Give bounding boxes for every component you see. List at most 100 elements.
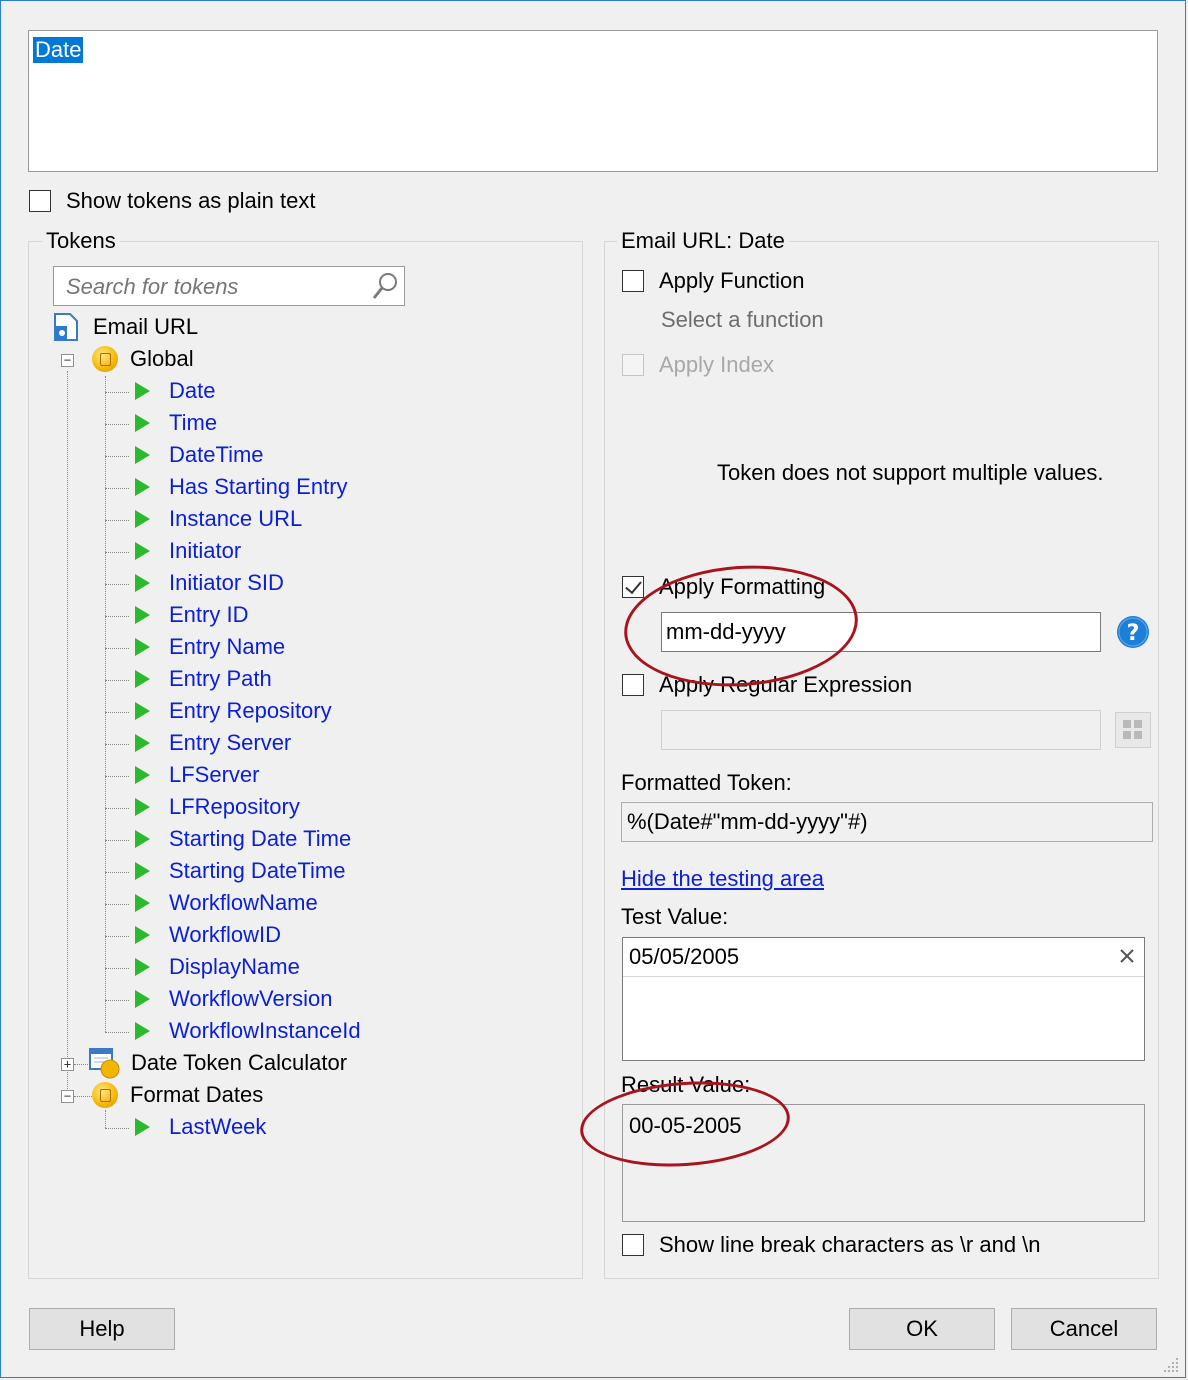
date-token-calculator-expand-toggle[interactable]: + — [61, 1058, 74, 1071]
tree-line-global — [105, 376, 106, 1032]
tree-branch — [105, 488, 129, 489]
token-item-label: WorkflowInstanceId — [169, 1018, 361, 1043]
cancel-button[interactable]: Cancel — [1011, 1308, 1157, 1350]
token-arrow-icon — [135, 1022, 150, 1040]
token-item-label: WorkflowName — [169, 890, 318, 915]
token-arrow-icon — [135, 990, 150, 1008]
token-search-input[interactable] — [64, 273, 368, 301]
token-arrow-icon — [135, 862, 150, 880]
token-item-time[interactable]: Time — [135, 408, 217, 438]
token-item-label: Initiator SID — [169, 570, 284, 595]
tree-node-format-dates[interactable]: Format Dates — [92, 1080, 263, 1110]
format-dates-label: Format Dates — [130, 1082, 264, 1107]
token-item-label: Entry Path — [169, 666, 272, 691]
token-item-label: DisplayName — [169, 954, 300, 979]
test-value-label: Test Value: — [621, 904, 729, 929]
token-item-label: Time — [169, 410, 218, 435]
tree-branch — [105, 648, 129, 649]
tree-root-email-url[interactable]: Email URL — [52, 312, 198, 342]
token-item-starting-datetime[interactable]: Starting DateTime — [135, 856, 345, 886]
token-item-workflowinstanceid[interactable]: WorkflowInstanceId — [135, 1016, 361, 1046]
selected-token-text: Date — [33, 37, 84, 63]
token-item-workflowname[interactable]: WorkflowName — [135, 888, 318, 918]
search-icon[interactable] — [370, 271, 400, 301]
ok-button[interactable]: OK — [849, 1308, 995, 1350]
tokens-group — [28, 241, 583, 1279]
token-item-label: Date — [169, 378, 216, 403]
token-expression-box[interactable]: Date — [28, 30, 1158, 172]
show-line-breaks-checkbox[interactable] — [622, 1234, 644, 1256]
format-dates-folder-icon — [92, 1082, 118, 1108]
token-item-label: Has Starting Entry — [169, 474, 348, 499]
clear-icon[interactable] — [1119, 948, 1135, 964]
help-icon[interactable]: ? — [1116, 615, 1150, 649]
multiple-values-note: Token does not support multiple values. — [717, 460, 1104, 485]
tree-branch — [105, 904, 129, 905]
token-item-datetime[interactable]: DateTime — [135, 440, 264, 470]
format-dates-collapse-toggle[interactable]: − — [61, 1090, 74, 1103]
help-button[interactable]: Help — [29, 1308, 175, 1350]
regex-input[interactable] — [661, 710, 1101, 750]
token-item-workflowid[interactable]: WorkflowID — [135, 920, 281, 950]
token-arrow-icon — [135, 510, 150, 528]
tree-branch — [105, 424, 129, 425]
token-item-label: LastWeek — [169, 1114, 267, 1139]
token-search-box[interactable] — [53, 266, 405, 306]
token-arrow-icon — [135, 926, 150, 944]
svg-text:?: ? — [1127, 621, 1140, 646]
apply-regex-checkbox[interactable] — [622, 674, 644, 696]
token-item-entry-id[interactable]: Entry ID — [135, 600, 248, 630]
regex-builder-button[interactable] — [1115, 712, 1151, 748]
token-item-entry-repository[interactable]: Entry Repository — [135, 696, 332, 726]
test-value-text: 05/05/2005 — [629, 944, 740, 969]
apply-function-checkbox[interactable] — [622, 270, 644, 292]
token-arrow-icon — [135, 798, 150, 816]
token-arrow-icon — [135, 702, 150, 720]
select-function-text[interactable]: Select a function — [661, 307, 824, 333]
token-item-label: Instance URL — [169, 506, 303, 531]
resize-grip-icon[interactable] — [1160, 1354, 1182, 1376]
token-item-initiator-sid[interactable]: Initiator SID — [135, 568, 284, 598]
token-item-lastweek[interactable]: LastWeek — [135, 1112, 266, 1142]
show-plain-text-checkbox[interactable] — [29, 190, 51, 212]
token-item-label: WorkflowVersion — [169, 986, 333, 1011]
apply-index-checkbox[interactable] — [622, 354, 644, 376]
token-item-lfrepository[interactable]: LFRepository — [135, 792, 300, 822]
tree-branch — [105, 392, 129, 393]
token-item-entry-server[interactable]: Entry Server — [135, 728, 291, 758]
help-button-label: Help — [79, 1316, 125, 1341]
token-item-has-starting-entry[interactable]: Has Starting Entry — [135, 472, 348, 502]
tree-branch — [105, 520, 129, 521]
tree-branch-date-token-calculator — [74, 1064, 88, 1065]
token-item-entry-name[interactable]: Entry Name — [135, 632, 285, 662]
tree-branch — [105, 712, 129, 713]
token-item-date[interactable]: Date — [135, 376, 215, 406]
tree-node-global[interactable]: Global — [92, 344, 194, 374]
token-item-entry-path[interactable]: Entry Path — [135, 664, 272, 694]
tree-node-date-token-calculator[interactable]: Date Token Calculator — [88, 1048, 348, 1079]
hide-testing-area-link[interactable]: Hide the testing area — [621, 866, 824, 892]
apply-formatting-checkbox[interactable] — [622, 576, 644, 598]
email-url-label: Email URL — [93, 314, 199, 339]
token-item-workflowversion[interactable]: WorkflowVersion — [135, 984, 332, 1014]
date-token-calculator-label: Date Token Calculator — [131, 1050, 348, 1075]
token-arrow-icon — [135, 446, 150, 464]
tree-branch — [105, 872, 129, 873]
token-item-label: Starting Date Time — [169, 826, 352, 851]
token-item-label: Initiator — [169, 538, 242, 563]
global-collapse-toggle[interactable]: − — [61, 354, 74, 367]
tree-branch — [105, 968, 129, 969]
tree-branch — [105, 456, 129, 457]
token-item-label: LFServer — [169, 762, 260, 787]
tree-branch — [105, 936, 129, 937]
formatted-token-field[interactable]: %(Date#"mm-dd-yyyy"#) — [621, 802, 1153, 842]
tree-branch-lastweek — [105, 1128, 129, 1129]
token-item-label: Entry Server — [169, 730, 292, 755]
token-item-instance-url[interactable]: Instance URL — [135, 504, 302, 534]
test-value-field[interactable]: 05/05/2005 — [622, 937, 1145, 1061]
show-line-breaks-label: Show line break characters as \r and \n — [659, 1232, 1041, 1257]
token-item-lfserver[interactable]: LFServer — [135, 760, 259, 790]
token-item-starting-date-time[interactable]: Starting Date Time — [135, 824, 351, 854]
token-item-displayname[interactable]: DisplayName — [135, 952, 300, 982]
token-item-initiator[interactable]: Initiator — [135, 536, 241, 566]
